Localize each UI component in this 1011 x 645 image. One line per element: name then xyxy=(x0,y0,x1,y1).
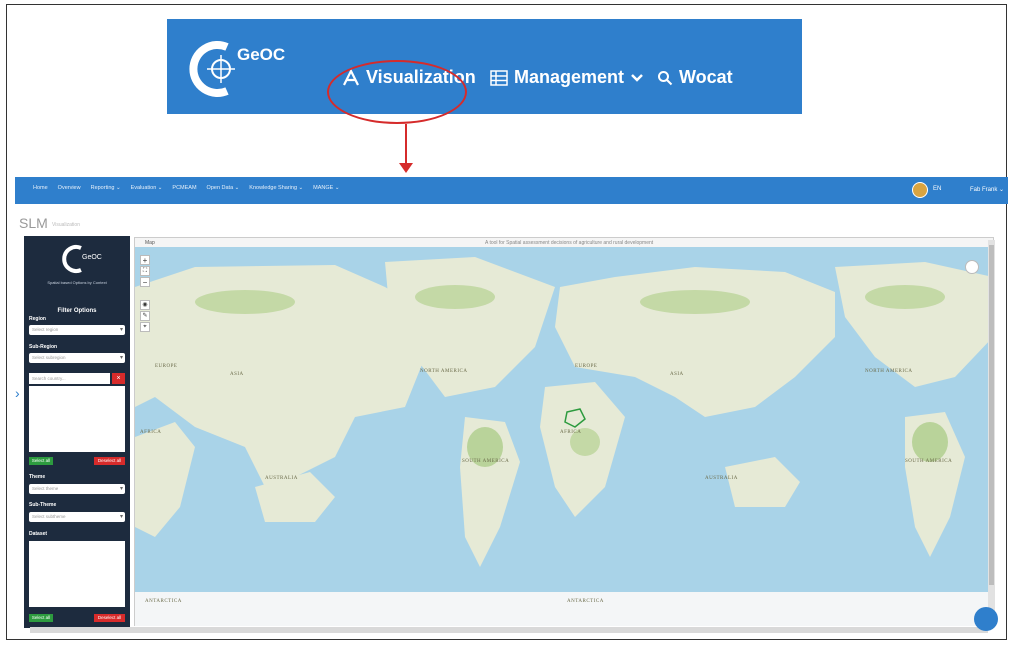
search-icon xyxy=(658,70,673,85)
region-label: Region xyxy=(29,316,46,322)
map-label-australia-2: AUSTRALIA xyxy=(705,476,738,481)
subtheme-select-value: Select subtheme xyxy=(32,514,66,519)
map-label-asia-2: ASIA xyxy=(670,372,684,377)
dataset-label: Dataset xyxy=(29,531,48,537)
sidebar-tagline: Spatial based Options by Context xyxy=(47,280,107,285)
chat-icon[interactable] xyxy=(974,607,998,631)
chevron-down-icon: ▾ xyxy=(119,355,123,361)
top-navbar-zoom: GeOC Visualization Management Wocat xyxy=(167,19,802,114)
select-all-countries-button[interactable]: Select all xyxy=(29,457,53,465)
logo-text: GeOC xyxy=(237,45,286,64)
page-subtitle: Visualization xyxy=(52,222,80,228)
subregion-select-value: Select subregion xyxy=(32,355,66,360)
filter-heading: Filter Options xyxy=(57,308,97,314)
clear-search-button[interactable]: × xyxy=(112,373,125,384)
map-panel: Map A tool for Spatial assessment decisi… xyxy=(134,237,994,626)
map-label-south-america: SOUTH AMERICA xyxy=(462,459,509,464)
vertical-scrollbar[interactable] xyxy=(988,240,995,625)
callout-arrow xyxy=(405,124,407,166)
user-menu[interactable]: Fab Frank ⌄ xyxy=(970,186,1004,193)
map-label-africa: AFRICA xyxy=(140,430,161,435)
language-selector[interactable]: EN xyxy=(933,186,941,192)
app-nav-knowledge-sharing[interactable]: Knowledge Sharing ⌄ xyxy=(249,185,303,191)
app-nav-open-data[interactable]: Open Data ⌄ xyxy=(207,185,240,191)
nav-management[interactable]: Management xyxy=(490,67,644,88)
nav-wocat[interactable]: Wocat xyxy=(657,67,733,88)
deselect-all-datasets-button[interactable]: Deselect all xyxy=(94,614,125,622)
map-label-africa-2: AFRICA xyxy=(560,430,581,435)
nav-wocat-label: Wocat xyxy=(679,67,733,87)
chevron-down-icon: ▾ xyxy=(119,327,123,333)
region-select-value: Select region xyxy=(32,327,59,332)
chevron-down-icon: ▾ xyxy=(119,514,123,520)
deselect-all-countries-button[interactable]: Deselect all xyxy=(94,457,125,465)
world-map[interactable]: EUROPE ASIA AFRICA NORTH AMERICA SOUTH A… xyxy=(135,247,993,626)
zoom-in-button[interactable]: + xyxy=(140,255,150,265)
map-label-asia: ASIA xyxy=(230,372,244,377)
map-label-north-america: NORTH AMERICA xyxy=(420,369,467,374)
app-nav-menu: Home Overview Reporting ⌄ Evaluation ⌄ P… xyxy=(33,185,339,191)
layers-icon[interactable] xyxy=(965,260,979,274)
filter-sidebar: GeOC Spatial based Options by Context Fi… xyxy=(24,236,130,628)
app-nav-overview[interactable]: Overview xyxy=(58,185,81,191)
map-label-south-america-2: SOUTH AMERICA xyxy=(905,459,952,464)
app-navbar: Home Overview Reporting ⌄ Evaluation ⌄ P… xyxy=(15,177,1008,204)
locate-icon[interactable]: ⌖ xyxy=(140,322,150,332)
sidebar-logo-text: GeOC xyxy=(82,254,102,261)
map-label-antarctica: ANTARCTICA xyxy=(145,599,182,604)
landmass-antarctica xyxy=(135,592,993,626)
map-label-antarctica-2: ANTARCTICA xyxy=(567,599,604,604)
map-label-australia: AUSTRALIA xyxy=(265,476,298,481)
theme-select[interactable]: Select theme ▾ xyxy=(29,484,125,494)
map-label-north-america-2: NORTH AMERICA xyxy=(865,369,912,374)
app-nav-home[interactable]: Home xyxy=(33,185,48,191)
dataset-list[interactable] xyxy=(29,541,125,607)
home-icon[interactable]: ◉ xyxy=(140,300,150,310)
nav-management-label: Management xyxy=(514,67,625,87)
page-title: SLM xyxy=(19,215,48,231)
subregion-label: Sub-Region xyxy=(29,344,58,350)
measure-icon[interactable]: ✎ xyxy=(140,311,150,321)
theme-label: Theme xyxy=(29,474,46,480)
region-select[interactable]: Select region ▾ xyxy=(29,325,125,335)
subtheme-label: Sub-Theme xyxy=(29,502,57,508)
app-nav-evaluation[interactable]: Evaluation ⌄ xyxy=(131,185,163,191)
chevron-down-icon: ▾ xyxy=(119,486,123,492)
zoom-out-button[interactable]: − xyxy=(140,277,150,287)
highlight-ellipse xyxy=(327,60,467,124)
subregion-select[interactable]: Select subregion ▾ xyxy=(29,353,125,363)
app-nav-pcmeam[interactable]: PCMEAM xyxy=(172,185,196,191)
country-search-input[interactable]: Search country... xyxy=(29,373,110,384)
management-icon xyxy=(490,69,508,86)
horizontal-scrollbar[interactable] xyxy=(30,627,988,633)
app-nav-mange[interactable]: MANGE ⌄ xyxy=(313,185,339,191)
map-label-europe-2: EUROPE xyxy=(575,364,597,369)
subtheme-select[interactable]: Select subtheme ▾ xyxy=(29,512,125,522)
country-list[interactable] xyxy=(29,386,125,452)
callout-arrow-head xyxy=(399,163,413,173)
map-panel-title: A tool for Spatial assessment decisions … xyxy=(485,240,654,246)
chevron-down-icon xyxy=(631,73,643,82)
map-panel-label: Map xyxy=(145,240,155,246)
fullscreen-icon[interactable]: ⛶ xyxy=(140,266,150,276)
map-label-europe: EUROPE xyxy=(155,364,177,369)
sidebar-toggle-icon[interactable]: › xyxy=(15,385,20,401)
scrollbar-thumb[interactable] xyxy=(989,245,994,585)
app-nav-reporting[interactable]: Reporting ⌄ xyxy=(91,185,121,191)
select-all-datasets-button[interactable]: Select all xyxy=(29,614,53,622)
theme-select-value: Select theme xyxy=(32,486,59,491)
user-avatar[interactable] xyxy=(912,182,928,198)
